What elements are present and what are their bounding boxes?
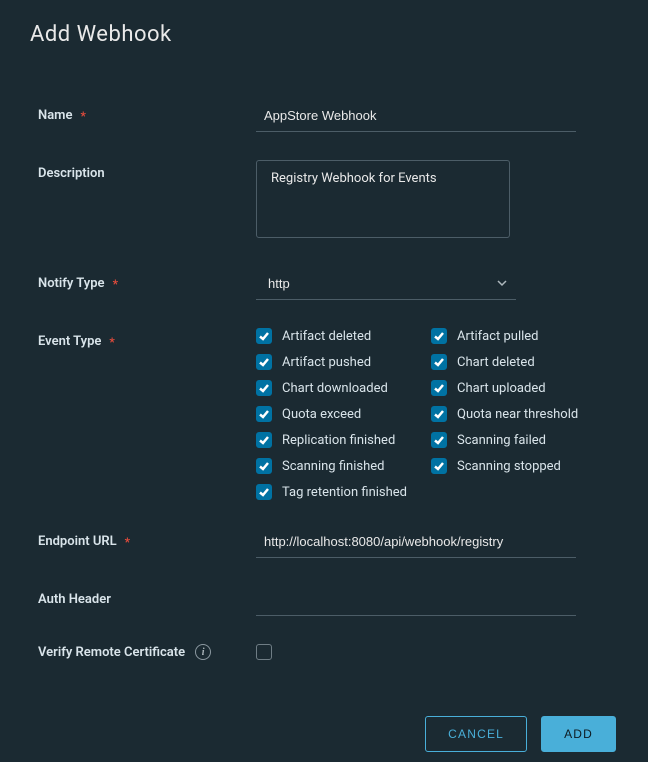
label-endpoint-url: Endpoint URL * [38,528,256,549]
add-button[interactable]: ADD [541,716,616,752]
event-type-option[interactable]: Chart deleted [431,354,606,370]
checkbox[interactable] [256,354,272,370]
label-event-type: Event Type * [38,328,256,349]
checkbox[interactable] [256,484,272,500]
footer-actions: CANCEL ADD [38,688,618,752]
checkbox[interactable] [256,406,272,422]
form-scroll-area[interactable]: Name * Description Notify Type * [0,72,628,762]
required-marker: * [125,535,130,549]
event-type-option[interactable]: Scanning failed [431,432,606,448]
checkbox[interactable] [431,406,447,422]
endpoint-url-input[interactable] [256,528,576,558]
required-marker: * [109,335,114,349]
checkbox[interactable] [431,354,447,370]
auth-header-input[interactable] [256,586,576,616]
row-description: Description [38,160,618,242]
cancel-button[interactable]: CANCEL [425,716,527,752]
label-name: Name * [38,102,256,123]
checkbox[interactable] [256,458,272,474]
event-type-option[interactable]: Scanning stopped [431,458,606,474]
checkbox[interactable] [256,328,272,344]
event-type-option[interactable]: Quota near threshold [431,406,606,422]
event-type-option[interactable]: Quota exceed [256,406,431,422]
verify-cert-checkbox[interactable] [256,644,272,660]
notify-type-select[interactable]: http [256,270,516,300]
event-type-option[interactable]: Artifact pushed [256,354,431,370]
checkbox[interactable] [431,432,447,448]
row-verify-cert: Verify Remote Certificate i [38,644,618,660]
event-type-option[interactable]: Replication finished [256,432,431,448]
row-name: Name * [38,102,618,132]
checkbox[interactable] [431,380,447,396]
event-type-label: Quota near threshold [457,407,578,422]
event-type-label: Tag retention finished [282,485,407,500]
event-type-label: Scanning stopped [457,459,561,474]
event-type-label: Chart deleted [457,355,535,370]
event-type-label: Artifact pushed [282,355,371,370]
description-textarea[interactable] [256,160,510,238]
event-type-label: Scanning failed [457,433,546,448]
event-type-option[interactable]: Artifact pulled [431,328,606,344]
checkbox[interactable] [431,458,447,474]
event-type-label: Quota exceed [282,407,361,422]
event-type-label: Replication finished [282,433,395,448]
row-endpoint-url: Endpoint URL * [38,528,618,558]
event-type-option[interactable]: Tag retention finished [256,484,431,500]
event-type-label: Artifact deleted [282,329,371,344]
event-type-option[interactable]: Scanning finished [256,458,431,474]
row-notify-type: Notify Type * http [38,270,618,300]
label-verify-cert: Verify Remote Certificate i [38,644,256,660]
info-icon[interactable]: i [195,644,211,660]
event-type-label: Chart downloaded [282,381,388,396]
checkbox[interactable] [256,380,272,396]
row-event-type: Event Type * Artifact deleted Artifact pu… [38,328,618,500]
row-auth-header: Auth Header [38,586,618,616]
modal-title: Add Webhook [0,0,648,47]
required-marker: * [80,109,85,123]
event-types-grid: Artifact deleted Artifact pulled Artifact … [256,328,618,500]
checkbox[interactable] [256,432,272,448]
add-webhook-modal: Add Webhook Name * Description Notify Ty… [0,0,648,762]
label-auth-header: Auth Header [38,586,256,607]
label-notify-type: Notify Type * [38,270,256,291]
name-input[interactable] [256,102,576,132]
event-type-label: Artifact pulled [457,329,539,344]
event-type-label: Chart uploaded [457,381,546,396]
checkbox[interactable] [431,328,447,344]
event-type-label: Scanning finished [282,459,384,474]
event-type-option[interactable]: Chart downloaded [256,380,431,396]
event-type-option[interactable]: Artifact deleted [256,328,431,344]
label-description: Description [38,160,256,181]
event-type-option[interactable]: Chart uploaded [431,380,606,396]
required-marker: * [113,277,118,291]
